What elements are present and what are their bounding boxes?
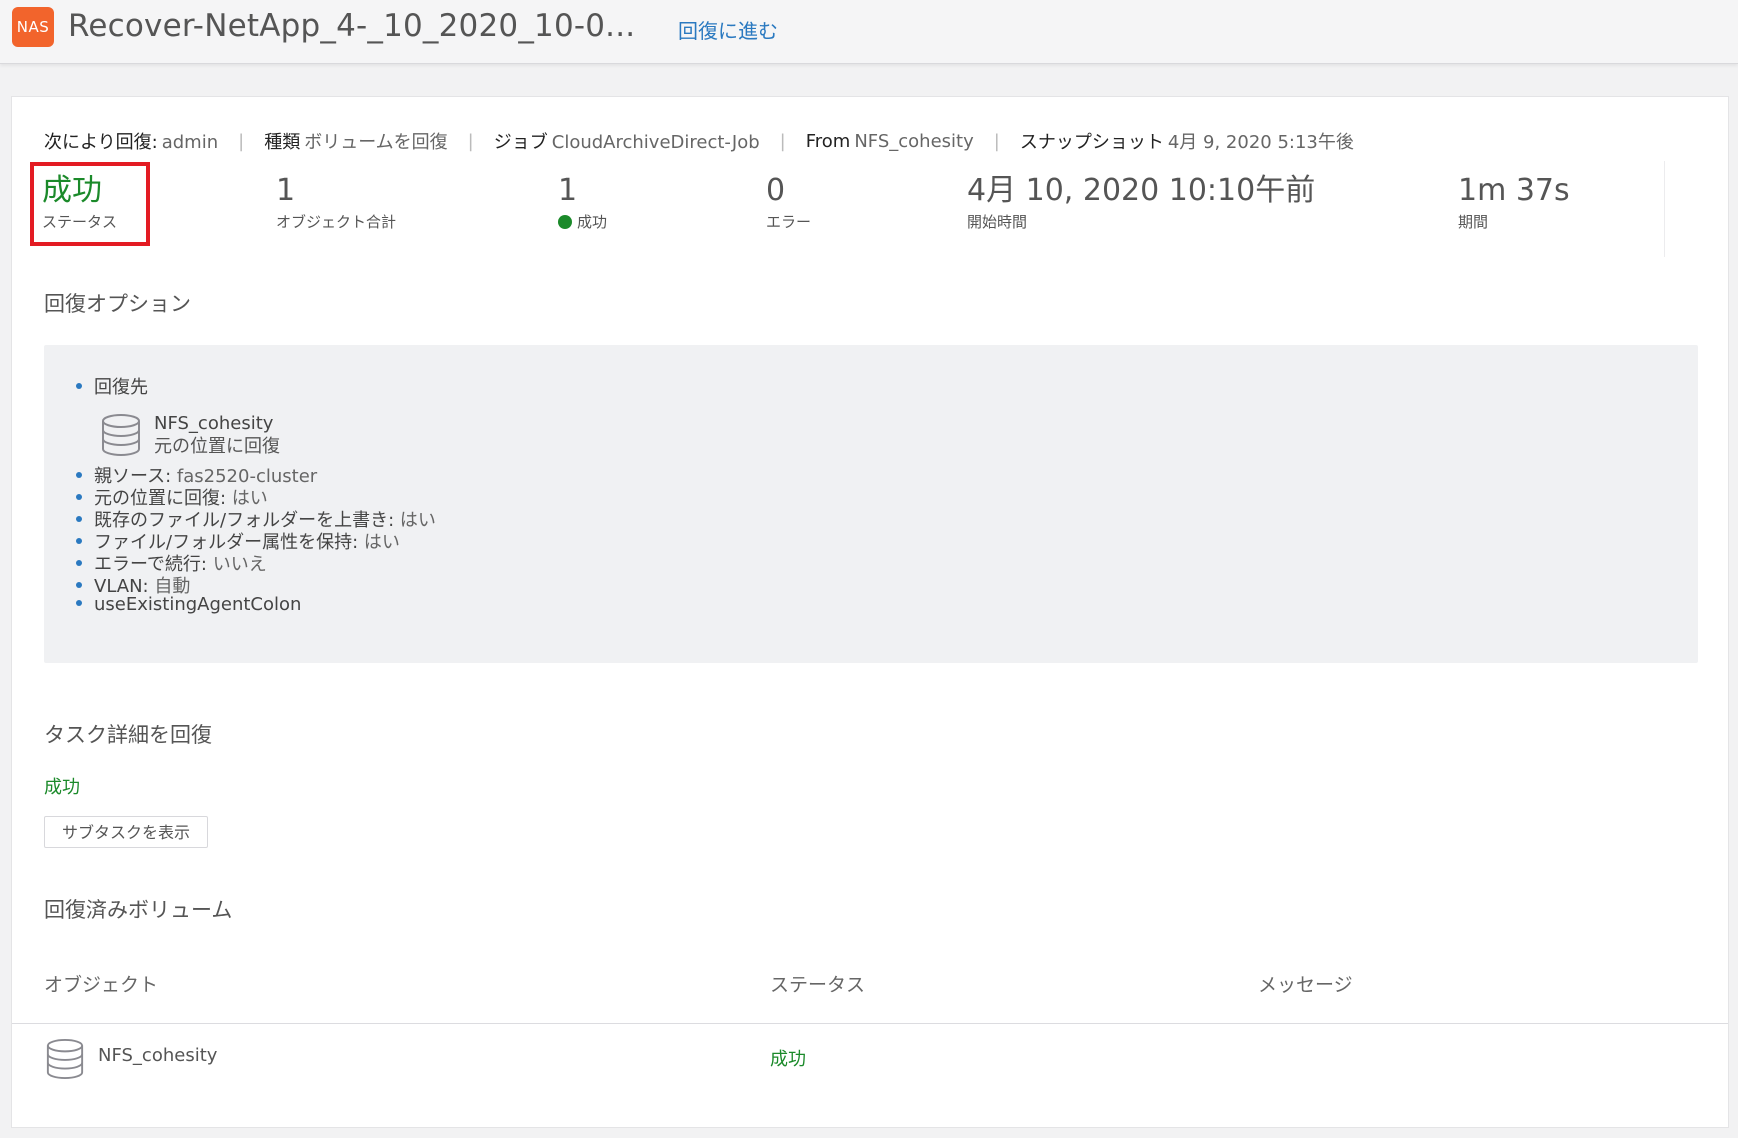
duration-value: 1m 37s bbox=[1458, 173, 1570, 208]
snapshot-label: スナップショット bbox=[1019, 132, 1164, 153]
recovered-by-label: 次により回復: bbox=[44, 132, 158, 153]
duration-label: 期間 bbox=[1458, 213, 1489, 231]
destination-sub: 元の位置に回復 bbox=[154, 436, 280, 457]
job-label: ジョブ bbox=[493, 132, 548, 153]
objects-label: オブジェクト合計 bbox=[276, 213, 397, 231]
column-header-message[interactable]: メッセージ bbox=[1258, 970, 1353, 997]
table-divider bbox=[12, 1023, 1728, 1024]
error-label: エラー bbox=[766, 213, 812, 231]
bullet-icon bbox=[76, 600, 82, 606]
bullet-icon bbox=[76, 383, 82, 389]
destination-item: 回復先 bbox=[76, 373, 148, 399]
error-value: 0 bbox=[766, 173, 786, 208]
row-status: 成功 bbox=[770, 1049, 806, 1070]
bullet-icon bbox=[76, 494, 82, 500]
bullet-icon bbox=[76, 472, 82, 478]
recovered-volumes-title: 回復済みボリューム bbox=[44, 898, 233, 922]
meta-separator: | bbox=[779, 130, 786, 152]
bullet-icon bbox=[76, 516, 82, 522]
bullet-icon bbox=[76, 582, 82, 588]
success-dot-icon bbox=[558, 215, 572, 229]
option-item: useExistingAgentColon bbox=[76, 594, 301, 615]
success-value: 1 bbox=[558, 173, 578, 208]
page-header: NAS Recover-NetApp_4-_10_2020_10-0... 回復… bbox=[0, 0, 1738, 64]
recovered-by-value: admin bbox=[161, 132, 219, 153]
recovery-detail-card: 次により回復: admin | 種類 ボリュームを回復 | ジョブ CloudArch… bbox=[11, 96, 1729, 1128]
column-header-status[interactable]: ステータス bbox=[770, 970, 865, 997]
nas-badge: NAS bbox=[12, 7, 54, 47]
start-time-label: 開始時間 bbox=[967, 213, 1028, 231]
show-subtasks-button[interactable]: サブタスクを表示 bbox=[44, 816, 208, 848]
destination-label: 回復先 bbox=[94, 377, 148, 398]
database-icon bbox=[46, 1039, 84, 1080]
option-value: いいえ bbox=[212, 554, 267, 575]
recovery-options-title: 回復オプション bbox=[44, 292, 191, 316]
bullet-icon bbox=[76, 538, 82, 544]
status-highlight-box bbox=[30, 162, 150, 246]
recovery-options-box: 回復先 NFS_cohesity 元の位置に回復 親ソース: fas2520-c… bbox=[44, 345, 1698, 663]
task-details-title: タスク詳細を回復 bbox=[44, 723, 212, 747]
type-value: ボリュームを回復 bbox=[304, 132, 448, 153]
from-label: From bbox=[805, 130, 851, 152]
objects-value: 1 bbox=[276, 173, 296, 208]
meta-separator: | bbox=[993, 130, 1000, 152]
proceed-to-recovery-link[interactable]: 回復に進む bbox=[678, 15, 778, 44]
stat-start-time: 4月 10, 2020 10:10午前 開始時間 bbox=[967, 173, 1315, 231]
from-value: NFS_cohesity bbox=[854, 130, 974, 152]
stat-error: 0 エラー bbox=[766, 173, 811, 231]
option-value: はい bbox=[399, 510, 436, 531]
page-title: Recover-NetApp_4-_10_2020_10-0... bbox=[68, 8, 636, 44]
stat-divider bbox=[1664, 161, 1665, 257]
start-time-value: 4月 10, 2020 10:10午前 bbox=[967, 173, 1316, 208]
snapshot-value: 4月 9, 2020 5:13午後 bbox=[1167, 132, 1354, 153]
success-label: 成功 bbox=[577, 213, 608, 231]
option-label: useExistingAgentColon bbox=[94, 594, 302, 615]
stat-duration: 1m 37s 期間 bbox=[1458, 173, 1570, 231]
meta-separator: | bbox=[238, 130, 245, 152]
option-value: はい bbox=[363, 532, 400, 553]
meta-separator: | bbox=[467, 130, 474, 152]
destination-name: NFS_cohesity bbox=[154, 413, 274, 434]
row-object-name: NFS_cohesity bbox=[98, 1045, 218, 1066]
type-label: 種類 bbox=[264, 132, 301, 153]
bullet-icon bbox=[76, 560, 82, 566]
destination-entry: NFS_cohesity 元の位置に回復 bbox=[100, 413, 280, 461]
stat-objects: 1 オブジェクト合計 bbox=[276, 173, 396, 231]
job-value[interactable]: CloudArchiveDirect-Job bbox=[552, 132, 760, 153]
meta-row: 次により回復: admin | 種類 ボリュームを回復 | ジョブ CloudArch… bbox=[44, 128, 1354, 154]
database-icon bbox=[102, 414, 140, 457]
stat-success: 1 成功 bbox=[558, 173, 607, 231]
column-header-object[interactable]: オブジェクト bbox=[44, 970, 158, 997]
task-status: 成功 bbox=[44, 777, 80, 798]
